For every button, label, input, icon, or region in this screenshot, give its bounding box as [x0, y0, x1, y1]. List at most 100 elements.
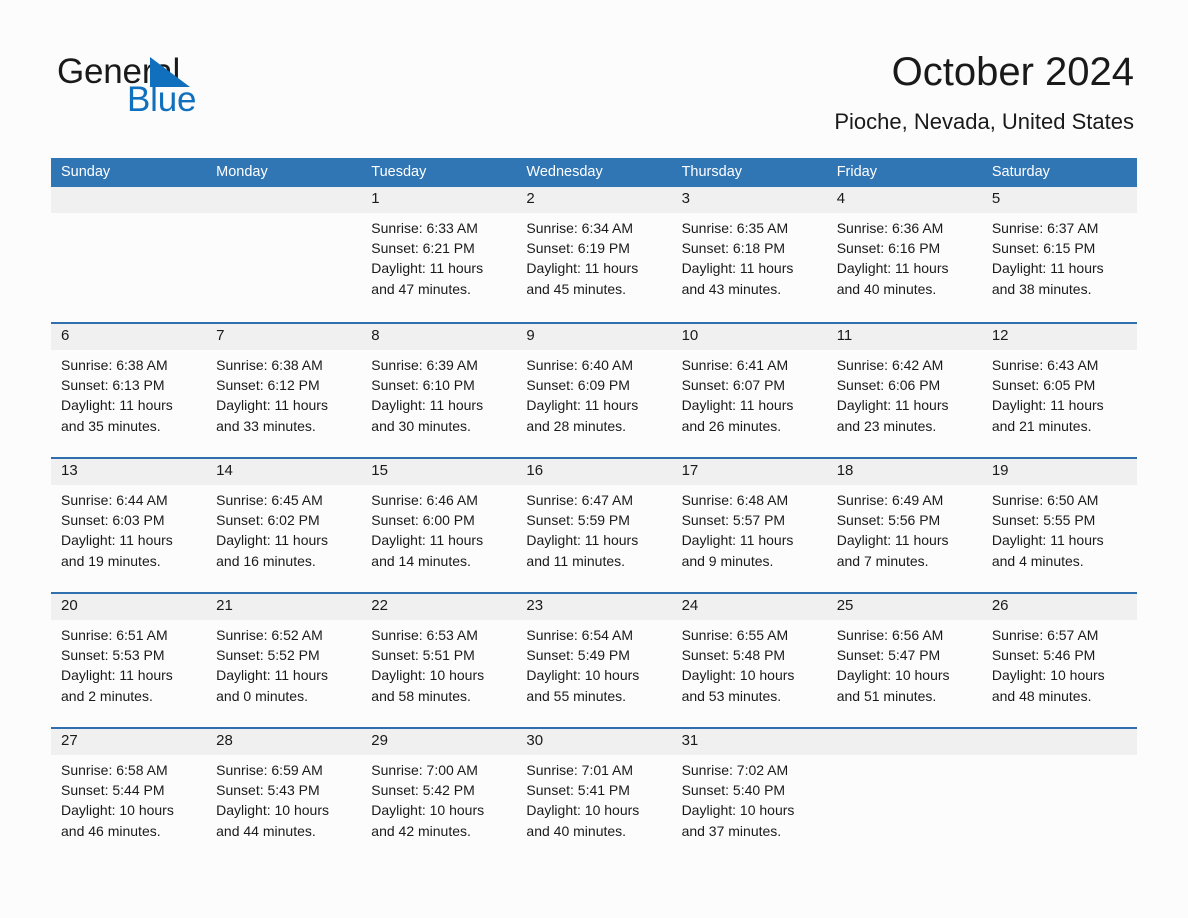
day-cell[interactable]: 6 Sunrise: 6:38 AM Sunset: 6:13 PM Dayli…: [51, 324, 206, 459]
day-number: 28: [216, 732, 233, 749]
day-cell[interactable]: 28 Sunrise: 6:59 AM Sunset: 5:43 PM Dayl…: [206, 729, 361, 864]
day-cell[interactable]: 8 Sunrise: 6:39 AM Sunset: 6:10 PM Dayli…: [361, 324, 516, 459]
day-details: Sunrise: 6:48 AM Sunset: 5:57 PM Dayligh…: [682, 490, 827, 571]
sunset-text: Sunset: 5:51 PM: [371, 647, 475, 664]
day-cell[interactable]: 21 Sunrise: 6:52 AM Sunset: 5:52 PM Dayl…: [206, 594, 361, 729]
sunset-text: Sunset: 5:41 PM: [526, 782, 630, 799]
daylight-text-line1: Daylight: 11 hours: [371, 260, 484, 277]
sunset-text: Sunset: 5:59 PM: [526, 512, 630, 529]
day-cell[interactable]: 17 Sunrise: 6:48 AM Sunset: 5:57 PM Dayl…: [672, 459, 827, 594]
daylight-text-line2: and 48 minutes.: [991, 687, 1092, 704]
day-cell[interactable]: 23 Sunrise: 6:54 AM Sunset: 5:49 PM Dayl…: [516, 594, 671, 729]
sunset-text: Sunset: 6:05 PM: [991, 377, 1096, 394]
sunset-text: Sunset: 6:03 PM: [61, 512, 165, 529]
day-number: 23: [526, 597, 544, 614]
day-cell[interactable]: 11 Sunrise: 6:42 AM Sunset: 6:06 PM Dayl…: [827, 324, 982, 459]
day-details: Sunrise: 6:52 AM Sunset: 5:52 PM Dayligh…: [216, 625, 361, 706]
daylight-text-line1: Daylight: 11 hours: [216, 397, 328, 414]
day-cell[interactable]: 20 Sunrise: 6:51 AM Sunset: 5:53 PM Dayl…: [51, 594, 206, 729]
daylight-text-line2: and 19 minutes.: [61, 552, 161, 569]
sunrise-text: Sunrise: 6:33 AM: [371, 220, 478, 236]
sunrise-text: Sunrise: 7:02 AM: [681, 762, 789, 778]
day-cell[interactable]: 5 Sunrise: 6:37 AM Sunset: 6:15 PM Dayli…: [982, 187, 1137, 322]
day-cell[interactable]: 13 Sunrise: 6:44 AM Sunset: 6:03 PM Dayl…: [51, 459, 206, 594]
day-cell[interactable]: 26 Sunrise: 6:57 AM Sunset: 5:46 PM Dayl…: [982, 594, 1137, 729]
daylight-text-line2: and 28 minutes.: [526, 417, 627, 434]
day-number: 10: [681, 327, 699, 344]
weekday-header-sunday: Sunday: [61, 164, 111, 180]
sunset-text: Sunset: 5:40 PM: [681, 782, 786, 799]
sunset-text: Sunset: 5:43 PM: [216, 782, 320, 799]
sunrise-text: Sunrise: 6:38 AM: [61, 357, 168, 373]
weekday-header-tuesday: Tuesday: [371, 164, 427, 180]
day-details: Sunrise: 6:49 AM Sunset: 5:56 PM Dayligh…: [837, 490, 982, 571]
general-blue-logo[interactable]: General Blue: [57, 52, 287, 122]
day-cell: [827, 729, 982, 864]
sunrise-text: Sunrise: 6:43 AM: [991, 357, 1099, 373]
day-cell[interactable]: 15 Sunrise: 6:46 AM Sunset: 6:00 PM Dayl…: [361, 459, 516, 594]
day-cell[interactable]: 10 Sunrise: 6:41 AM Sunset: 6:07 PM Dayl…: [672, 324, 827, 459]
sunrise-text: Sunrise: 6:35 AM: [681, 220, 789, 236]
daylight-text-line2: and 42 minutes.: [371, 822, 471, 839]
sunrise-text: Sunrise: 6:51 AM: [61, 627, 168, 643]
day-number: 21: [216, 597, 233, 614]
daylight-text-line1: Daylight: 10 hours: [836, 667, 950, 684]
daylight-text-line1: Daylight: 11 hours: [371, 532, 484, 549]
day-number: 19: [991, 462, 1009, 479]
sunset-text: Sunset: 6:18 PM: [681, 240, 786, 257]
daylight-text-line2: and 55 minutes.: [526, 687, 627, 704]
day-cell[interactable]: 25 Sunrise: 6:56 AM Sunset: 5:47 PM Dayl…: [827, 594, 982, 729]
week-row: 6 Sunrise: 6:38 AM Sunset: 6:13 PM Dayli…: [51, 322, 1137, 457]
daylight-text-line1: Daylight: 11 hours: [61, 397, 173, 414]
day-cell[interactable]: 22 Sunrise: 6:53 AM Sunset: 5:51 PM Dayl…: [361, 594, 516, 729]
day-cell[interactable]: 12 Sunrise: 6:43 AM Sunset: 6:05 PM Dayl…: [982, 324, 1137, 459]
day-cell[interactable]: 3 Sunrise: 6:35 AM Sunset: 6:18 PM Dayli…: [672, 187, 827, 322]
day-number: 3: [681, 190, 690, 207]
sunset-text: Sunset: 6:09 PM: [526, 377, 630, 394]
day-cell[interactable]: 19 Sunrise: 6:50 AM Sunset: 5:55 PM Dayl…: [982, 459, 1137, 594]
day-number: 12: [991, 327, 1009, 344]
day-cell[interactable]: 31 Sunrise: 7:02 AM Sunset: 5:40 PM Dayl…: [672, 729, 827, 864]
day-cell[interactable]: 16 Sunrise: 6:47 AM Sunset: 5:59 PM Dayl…: [516, 459, 671, 594]
day-cell: [982, 729, 1137, 864]
daylight-text-line2: and 23 minutes.: [836, 417, 937, 434]
day-cell[interactable]: 1 Sunrise: 6:33 AM Sunset: 6:21 PM Dayli…: [361, 187, 516, 322]
day-cell[interactable]: 30 Sunrise: 7:01 AM Sunset: 5:41 PM Dayl…: [516, 729, 671, 864]
sunset-text: Sunset: 6:15 PM: [991, 240, 1096, 257]
daylight-text-line2: and 9 minutes.: [681, 552, 774, 569]
sunrise-text: Sunrise: 6:58 AM: [61, 762, 168, 778]
daylight-text-line2: and 4 minutes.: [991, 552, 1084, 569]
day-cell[interactable]: 4 Sunrise: 6:36 AM Sunset: 6:16 PM Dayli…: [827, 187, 982, 322]
daylight-text-line1: Daylight: 11 hours: [526, 532, 639, 549]
day-details: Sunrise: 7:01 AM Sunset: 5:41 PM Dayligh…: [526, 760, 671, 841]
daylight-text-line1: Daylight: 11 hours: [836, 260, 949, 277]
sunset-text: Sunset: 5:44 PM: [61, 782, 165, 799]
day-number: [61, 187, 206, 213]
day-cell[interactable]: 24 Sunrise: 6:55 AM Sunset: 5:48 PM Dayl…: [672, 594, 827, 729]
daylight-text-line1: Daylight: 10 hours: [681, 802, 795, 819]
day-cell[interactable]: 9 Sunrise: 6:40 AM Sunset: 6:09 PM Dayli…: [516, 324, 671, 459]
day-cell[interactable]: 27 Sunrise: 6:58 AM Sunset: 5:44 PM Dayl…: [51, 729, 206, 864]
day-number: 24: [681, 597, 699, 614]
day-cell: [206, 187, 361, 322]
daylight-text-line2: and 16 minutes.: [216, 552, 316, 569]
day-details: Sunrise: 6:40 AM Sunset: 6:09 PM Dayligh…: [526, 355, 671, 436]
weekday-header-monday: Monday: [216, 164, 268, 180]
day-number: 11: [836, 327, 853, 344]
daylight-text-line1: Daylight: 11 hours: [836, 397, 949, 414]
day-cell[interactable]: 7 Sunrise: 6:38 AM Sunset: 6:12 PM Dayli…: [206, 324, 361, 459]
day-number: 20: [61, 597, 78, 614]
day-cell[interactable]: 2 Sunrise: 6:34 AM Sunset: 6:19 PM Dayli…: [516, 187, 671, 322]
weekday-header-wednesday: Wednesday: [526, 164, 603, 180]
day-cell[interactable]: 18 Sunrise: 6:49 AM Sunset: 5:56 PM Dayl…: [827, 459, 982, 594]
sunset-text: Sunset: 6:19 PM: [526, 240, 630, 257]
day-cell[interactable]: 29 Sunrise: 7:00 AM Sunset: 5:42 PM Dayl…: [361, 729, 516, 864]
sunrise-text: Sunrise: 6:42 AM: [836, 357, 944, 373]
day-details: Sunrise: 6:33 AM Sunset: 6:21 PM Dayligh…: [371, 218, 516, 299]
day-cell[interactable]: 14 Sunrise: 6:45 AM Sunset: 6:02 PM Dayl…: [206, 459, 361, 594]
daylight-text-line1: Daylight: 11 hours: [681, 532, 794, 549]
sunset-text: Sunset: 5:48 PM: [681, 647, 786, 664]
sunset-text: Sunset: 6:13 PM: [61, 377, 165, 394]
sunrise-text: Sunrise: 6:49 AM: [836, 492, 944, 508]
daylight-text-line2: and 2 minutes.: [61, 687, 153, 704]
